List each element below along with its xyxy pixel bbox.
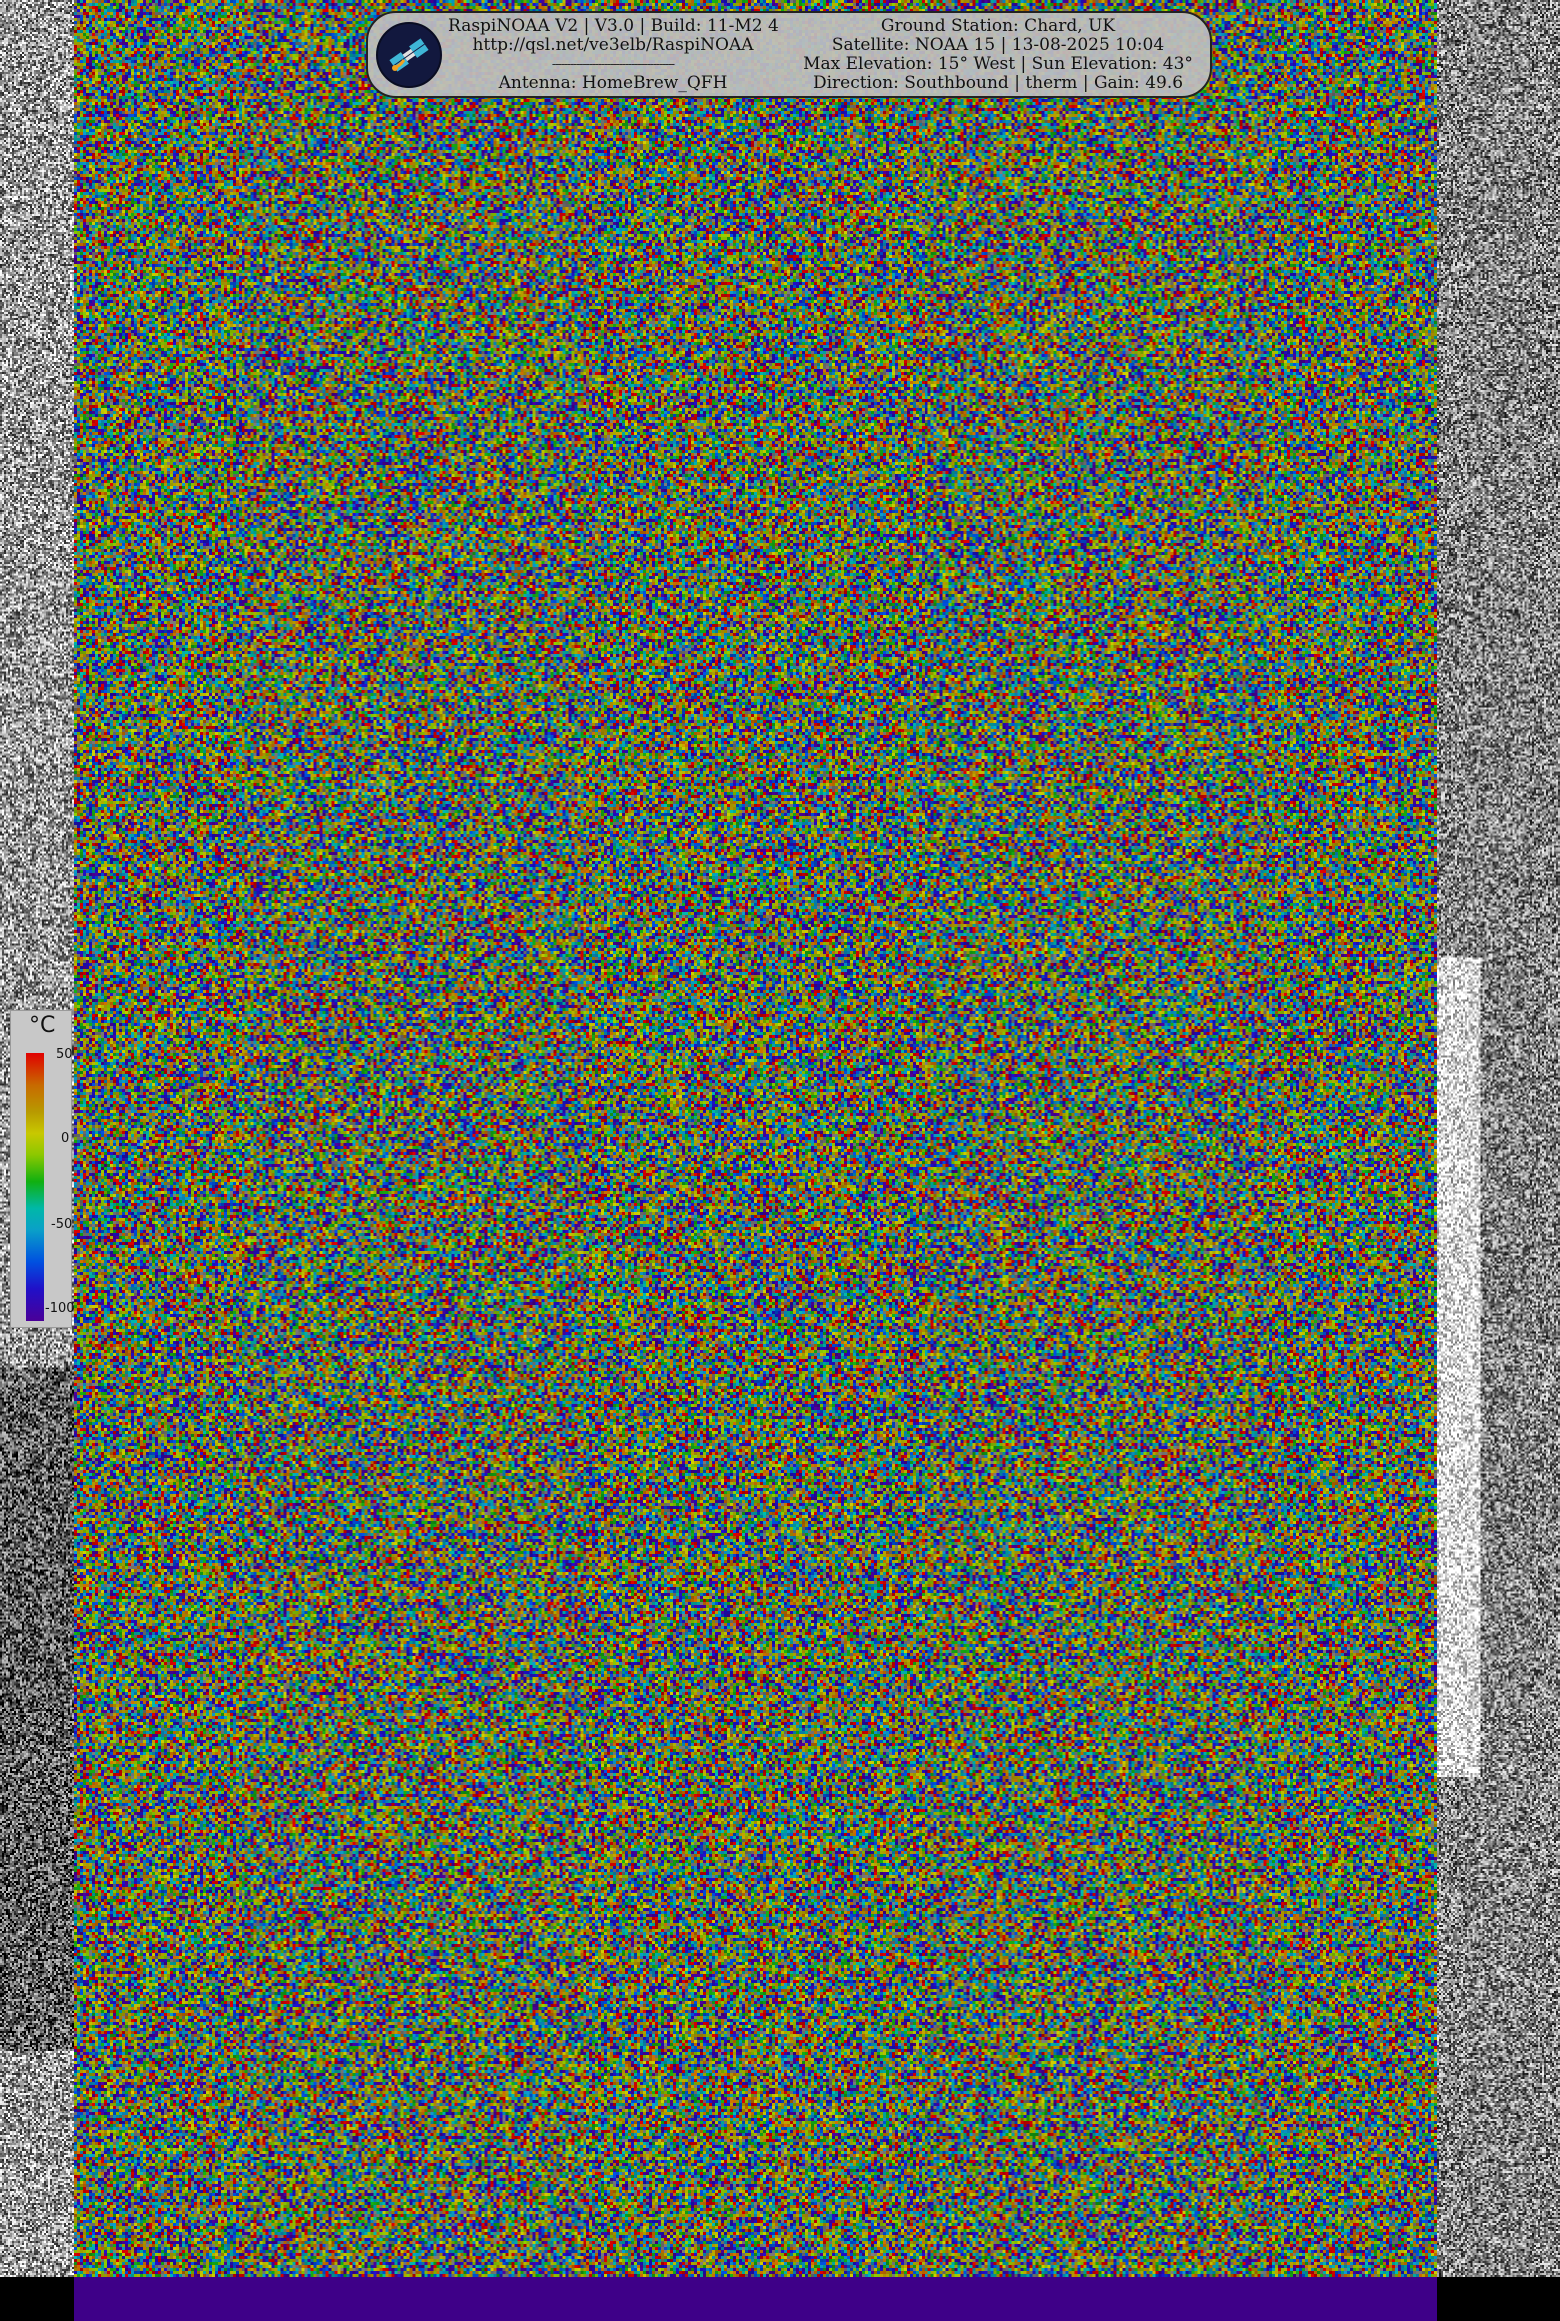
bottom-black-left [0,2277,74,2321]
ground-station: Ground Station: Chard, UK [880,16,1116,36]
direction-info: Direction: Southbound | therm | Gain: 49… [812,73,1184,93]
info-header: RaspiNOAA V2 | V3.0 | Build: 11-M2 4 htt… [366,11,1212,98]
project-url: http://qsl.net/ve3elb/RaspiNOAA [472,35,754,55]
legend-color-scale [26,1053,44,1321]
header-right-column: Ground Station: Chard, UK Satellite: NOA… [788,17,1208,93]
app-version: RaspiNOAA V2 | V3.0 | Build: 11-M2 4 [448,16,779,36]
legend-unit: °C [29,1013,56,1038]
antenna-info: Antenna: HomeBrew_QFH [498,73,728,93]
legend-tick: -100 [45,1301,75,1316]
header-left-column: RaspiNOAA V2 | V3.0 | Build: 11-M2 4 htt… [448,16,779,93]
temperature-legend: °C 50 0 -50 -100 [10,1010,75,1328]
satellite-image-scene: RaspiNOAA V2 | V3.0 | Build: 11-M2 4 htt… [0,0,1560,2321]
bottom-color-bar [74,2277,1437,2321]
thermal-noise-image [74,0,1437,2277]
right-telemetry-strip [1437,0,1560,2277]
header-separator: ---------------------------------------- [551,57,675,71]
satellite-logo-icon [376,22,442,88]
satellite-info: Satellite: NOAA 15 | 13-08-2025 10:04 [831,35,1165,55]
elevation-info: Max Elevation: 15° West | Sun Elevation:… [803,54,1193,74]
legend-tick: 50 [56,1047,73,1062]
legend-tick: 0 [61,1131,70,1146]
bottom-black-right [1437,2277,1560,2321]
legend-tick: -50 [51,1217,73,1232]
